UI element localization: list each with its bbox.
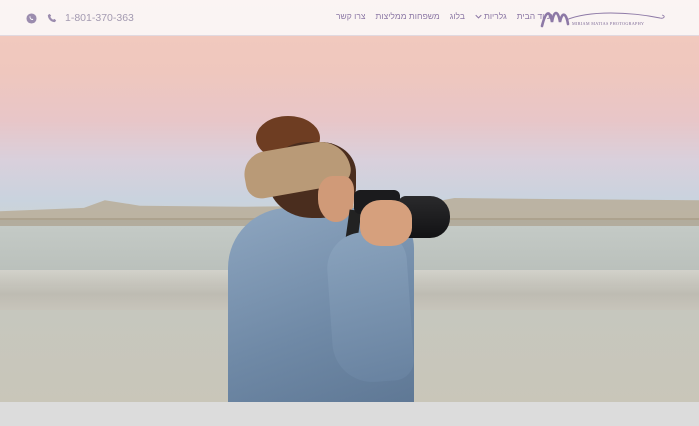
chevron-down-icon	[475, 14, 482, 19]
phone-number[interactable]: 1-801-370-363	[65, 12, 134, 24]
nav-galleries-label: גלריות	[483, 11, 507, 21]
nav-blog[interactable]: בלוג	[450, 11, 465, 21]
page-footer-strip	[0, 402, 699, 426]
nav-contact[interactable]: צרו קשר	[336, 11, 366, 21]
arm	[324, 229, 416, 385]
logo-caption: MIRIAM MATIAS PHOTOGRAPHY	[572, 21, 645, 26]
main-nav: עמוד הבית גלריות בלוג משפחות ממליצות צרו…	[336, 11, 555, 21]
phone-icon[interactable]	[47, 13, 57, 23]
logo-mark[interactable]	[540, 6, 670, 30]
contact-bar: 1-801-370-363	[26, 10, 134, 26]
site-header: 1-801-370-363 עמוד הבית גלריות בלוג משפח…	[0, 0, 699, 36]
nav-galleries[interactable]: גלריות	[475, 11, 507, 21]
hero-image	[0, 0, 699, 402]
hand	[360, 200, 412, 246]
whatsapp-icon[interactable]	[26, 12, 37, 24]
photographer	[0, 0, 699, 402]
nav-testimonials[interactable]: משפחות ממליצות	[376, 11, 440, 21]
